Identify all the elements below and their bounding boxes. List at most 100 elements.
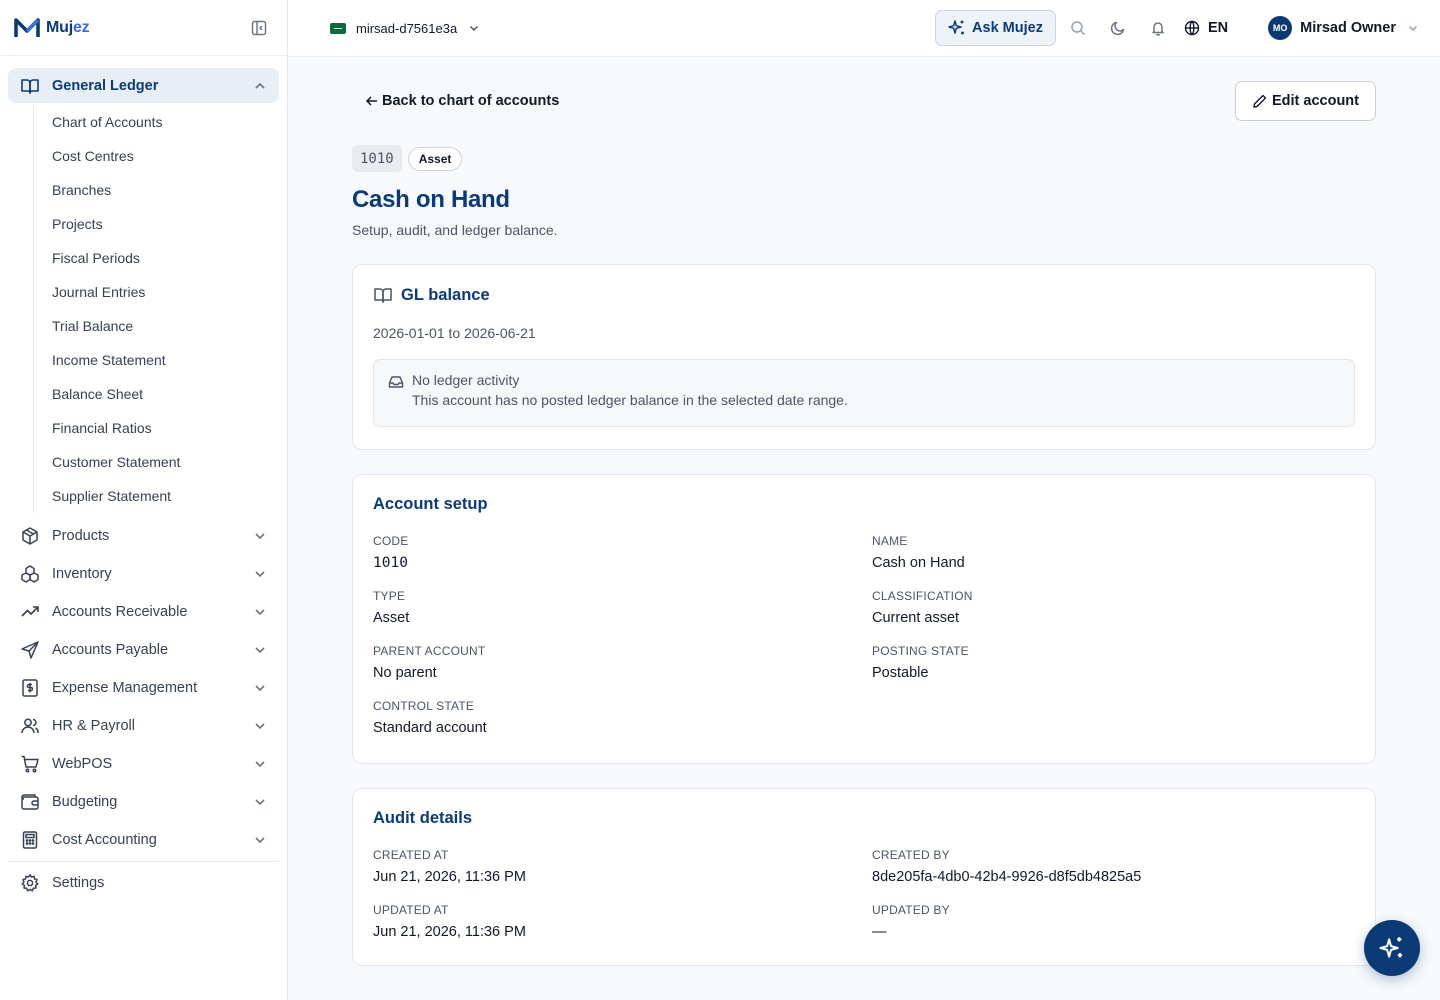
field-control-state: Control state Standard account <box>373 699 872 736</box>
field-name: Name Cash on Hand <box>872 534 1355 571</box>
sidebar-item-webpos[interactable]: WebPOS <box>8 745 279 783</box>
field-value: Current asset <box>872 610 960 626</box>
sidebar-item-label: Budgeting <box>52 794 118 810</box>
sidebar-item-settings[interactable]: Settings <box>8 864 279 902</box>
sidebar-item-cost-accounting[interactable]: Cost Accounting <box>8 821 279 859</box>
sidebar-item-customer-statement[interactable]: Customer Statement <box>52 445 279 479</box>
main-content: Back to chart of accounts Edit account 1… <box>352 57 1376 966</box>
account-setup-fields: Code 1010 Name Cash on Hand Type Asset Clas… <box>373 534 1355 736</box>
sidebar-item-chart-of-accounts[interactable]: Chart of Accounts <box>52 105 279 139</box>
gl-date-range: 2026-01-01 to 2026-06-21 <box>373 325 536 341</box>
field-label: Created at <box>373 848 449 862</box>
account-badges: 1010 Asset <box>352 145 1376 172</box>
notice-description: This account has no posted ledger balanc… <box>412 392 848 408</box>
field-updated-at: Updated at Jun 21, 2026, 11:36 PM <box>373 903 872 940</box>
avatar: MO <box>1268 16 1293 40</box>
sidebar-item-label: Settings <box>52 875 105 891</box>
sidebar-item-inventory[interactable]: Inventory <box>8 555 279 593</box>
sidebar-item-budgeting[interactable]: Budgeting <box>8 783 279 821</box>
sidebar-item-trial-balance[interactable]: Trial Balance <box>52 309 279 343</box>
top-bar-actions: Ask Mujez EN MO Mirsad Owner <box>935 10 1420 46</box>
sidebar-item-accounts-receivable[interactable]: Accounts Receivable <box>8 593 279 631</box>
edit-account-button[interactable]: Edit account <box>1234 81 1376 121</box>
field-created-by: Created by 8de205fa-4db0-42b4-9926-d8f5db… <box>872 848 1355 885</box>
back-link-label: Back to chart of accounts <box>382 93 560 109</box>
field-value: — <box>872 924 887 940</box>
field-label: Type <box>373 589 406 603</box>
assistant-fab-button[interactable] <box>1364 920 1420 976</box>
brand-name-main: Muj <box>46 18 73 36</box>
page-title: Cash on Hand <box>352 186 510 213</box>
field-parent-account: Parent account No parent <box>373 644 872 681</box>
sidebar-item-journal-entries[interactable]: Journal Entries <box>52 275 279 309</box>
theme-toggle-button[interactable] <box>1098 20 1138 36</box>
account-code-badge: 1010 <box>352 145 402 172</box>
sidebar-item-fiscal-periods[interactable]: Fiscal Periods <box>52 241 279 275</box>
field-label: Parent account <box>373 644 486 658</box>
general-ledger-submenu: Chart of Accounts Cost Centres Branches … <box>33 105 279 513</box>
users-icon <box>21 718 39 734</box>
field-label: Control state <box>373 699 475 713</box>
account-setup-card: Account setup Code 1010 Name Cash on Hand … <box>352 474 1376 764</box>
flag-icon <box>330 22 346 34</box>
sidebar-group-general-ledger[interactable]: General Ledger <box>8 68 279 103</box>
search-button[interactable] <box>1058 20 1098 36</box>
org-switcher[interactable]: mirsad-d7561e3a <box>330 21 481 36</box>
sidebar-item-hr-payroll[interactable]: HR & Payroll <box>8 707 279 745</box>
sidebar: Mujez General Ledger Chart of Accounts C… <box>0 0 288 1000</box>
page-actions-row: Back to chart of accounts Edit account <box>352 57 1376 145</box>
back-to-chart-link[interactable]: Back to chart of accounts <box>364 93 559 109</box>
brand-name: Mujez <box>46 18 90 37</box>
sidebar-item-financial-ratios[interactable]: Financial Ratios <box>52 411 279 445</box>
notifications-button[interactable] <box>1138 20 1178 36</box>
sidebar-item-supplier-statement[interactable]: Supplier Statement <box>52 479 279 513</box>
sidebar-collapse-button[interactable] <box>251 20 267 36</box>
brand-logo[interactable]: Mujez <box>14 17 90 39</box>
ask-mujez-button[interactable]: Ask Mujez <box>935 10 1056 46</box>
sidebar-nav: General Ledger Chart of Accounts Cost Ce… <box>0 56 287 902</box>
sidebar-item-accounts-payable[interactable]: Accounts Payable <box>8 631 279 669</box>
sidebar-item-products[interactable]: Products <box>8 517 279 555</box>
chevron-up-icon <box>255 82 265 89</box>
sidebar-item-expense-management[interactable]: Expense Management <box>8 669 279 707</box>
search-icon <box>1071 21 1085 36</box>
chevron-down-icon <box>255 609 265 616</box>
cart-icon <box>21 755 39 773</box>
field-updated-by: Updated by — <box>872 903 1355 940</box>
sidebar-item-cost-centres[interactable]: Cost Centres <box>52 139 279 173</box>
sparkles-icon <box>948 20 965 35</box>
sidebar-item-balance-sheet[interactable]: Balance Sheet <box>52 377 279 411</box>
field-label: Code <box>373 534 409 548</box>
field-value: Jun 21, 2026, 11:36 PM <box>373 869 526 885</box>
field-created-at: Created at Jun 21, 2026, 11:36 PM <box>373 848 872 885</box>
user-menu[interactable]: MO Mirsad Owner <box>1268 16 1420 40</box>
gl-balance-title: GL balance <box>401 285 490 304</box>
package-icon <box>22 527 38 545</box>
field-value: Cash on Hand <box>872 555 965 571</box>
inbox-icon <box>388 376 404 388</box>
sidebar-item-label: Accounts Payable <box>52 642 169 658</box>
sidebar-item-label: Cost Accounting <box>52 832 157 848</box>
sidebar-item-income-statement[interactable]: Income Statement <box>52 343 279 377</box>
field-label: Updated by <box>872 903 950 917</box>
field-label: Posting state <box>872 644 969 658</box>
field-posting-state: Posting state Postable <box>872 644 1355 681</box>
edit-account-label: Edit account <box>1271 93 1359 109</box>
gl-balance-card: GL balance 2026-01-01 to 2026-06-21 No l… <box>352 264 1376 450</box>
language-switcher[interactable]: EN <box>1184 20 1228 36</box>
field-value: No parent <box>373 665 437 681</box>
gear-icon <box>21 874 39 892</box>
field-value: Standard account <box>373 720 487 736</box>
language-label: EN <box>1207 20 1229 36</box>
receipt-dollar-icon <box>22 679 38 697</box>
sidebar-divider <box>8 861 279 862</box>
field-value: Asset <box>373 610 410 626</box>
sidebar-item-label: Expense Management <box>52 680 198 696</box>
sidebar-item-branches[interactable]: Branches <box>52 173 279 207</box>
calculator-icon <box>22 831 38 849</box>
sidebar-item-label: WebPOS <box>52 756 113 772</box>
sidebar-item-label: Inventory <box>52 566 112 582</box>
sidebar-item-projects[interactable]: Projects <box>52 207 279 241</box>
trending-up-icon <box>21 606 39 617</box>
top-bar: mirsad-d7561e3a Ask Mujez EN MO Mirsad O… <box>288 0 1440 57</box>
